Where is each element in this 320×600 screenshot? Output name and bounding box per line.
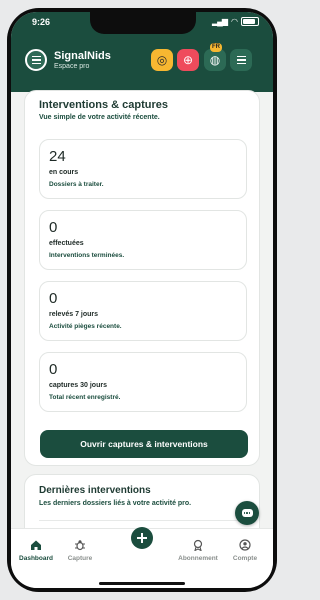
- stat-label: effectuées: [49, 240, 84, 247]
- nav-label: Compte: [232, 555, 258, 562]
- bottom-nav: Dashboard Capture Abonnement Compte: [11, 527, 273, 588]
- stat-value: 24: [49, 148, 66, 165]
- nav-compte[interactable]: Compte: [220, 537, 270, 562]
- stat-desc: Activité pièges récente.: [49, 323, 122, 330]
- chat-icon: [241, 509, 253, 517]
- nav-abonnement[interactable]: Abonnement: [173, 537, 223, 562]
- gps-icon: ⊕: [182, 53, 194, 67]
- stat-label: relevés 7 jours: [49, 311, 99, 318]
- stat-label: captures 30 jours: [49, 382, 107, 389]
- gps-button[interactable]: ⊕: [177, 49, 199, 71]
- menu-icon: [236, 55, 246, 65]
- stat-card-captures[interactable]: 0 captures 30 jours Total récent enregis…: [39, 352, 247, 412]
- add-button[interactable]: [131, 527, 153, 549]
- battery-icon: [241, 17, 259, 26]
- system-icons: ▂▄▆ ◠: [212, 17, 259, 26]
- stat-desc: Total récent enregistré.: [49, 394, 121, 401]
- camera-notch: [90, 12, 196, 34]
- status-time: 9:26: [32, 17, 51, 27]
- app-screen: 9:26 ▂▄▆ ◠ SignalNids Espace pro ◎ ⊕ ◍ F…: [11, 12, 273, 588]
- stat-label: en cours: [49, 169, 79, 176]
- interventions-panel: Interventions & captures Vue simple de v…: [24, 90, 260, 466]
- logo-icon: [25, 49, 47, 71]
- home-indicator: [99, 582, 185, 585]
- brand[interactable]: SignalNids Espace pro: [25, 49, 111, 71]
- badge-icon: [173, 537, 223, 553]
- language-button[interactable]: ◍: [204, 49, 226, 71]
- app-subtitle: Espace pro: [54, 62, 90, 70]
- stat-desc: Dossiers à traiter.: [49, 181, 104, 188]
- divider: [39, 520, 247, 521]
- wifi-icon: ◠: [231, 17, 238, 26]
- bug-icon: [55, 537, 105, 553]
- language-badge: FR: [210, 43, 222, 52]
- recent-title: Dernières interventions: [39, 485, 151, 496]
- menu-button[interactable]: [230, 49, 252, 71]
- nav-dashboard[interactable]: Dashboard: [11, 537, 61, 562]
- stat-card-readings[interactable]: 0 relevés 7 jours Activité pièges récent…: [39, 281, 247, 341]
- nav-capture[interactable]: Capture: [55, 537, 105, 562]
- nav-label: Dashboard: [19, 555, 53, 562]
- stat-value: 0: [49, 290, 58, 307]
- open-captures-button[interactable]: Ouvrir captures & interventions: [40, 430, 248, 458]
- panel-subtitle: Vue simple de votre activité récente.: [39, 114, 160, 121]
- app-name: SignalNids: [54, 49, 111, 62]
- stat-value: 0: [49, 361, 58, 378]
- stat-desc: Interventions terminées.: [49, 252, 125, 259]
- nav-label: Capture: [67, 555, 93, 562]
- signal-icon: ▂▄▆: [212, 17, 228, 26]
- home-icon: [11, 537, 61, 553]
- nav-label: Abonnement: [178, 555, 218, 562]
- stat-value: 0: [49, 219, 58, 236]
- recent-subtitle: Les derniers dossiers liés à votre activ…: [39, 500, 192, 507]
- stat-card-ongoing[interactable]: 24 en cours Dossiers à traiter.: [39, 139, 247, 199]
- target-button[interactable]: ◎: [151, 49, 173, 71]
- chat-button[interactable]: [235, 501, 259, 525]
- globe-icon: ◍: [209, 53, 221, 67]
- panel-title: Interventions & captures: [39, 99, 168, 111]
- user-icon: [220, 537, 270, 553]
- target-icon: ◎: [156, 53, 168, 67]
- stat-card-done[interactable]: 0 effectuées Interventions terminées.: [39, 210, 247, 270]
